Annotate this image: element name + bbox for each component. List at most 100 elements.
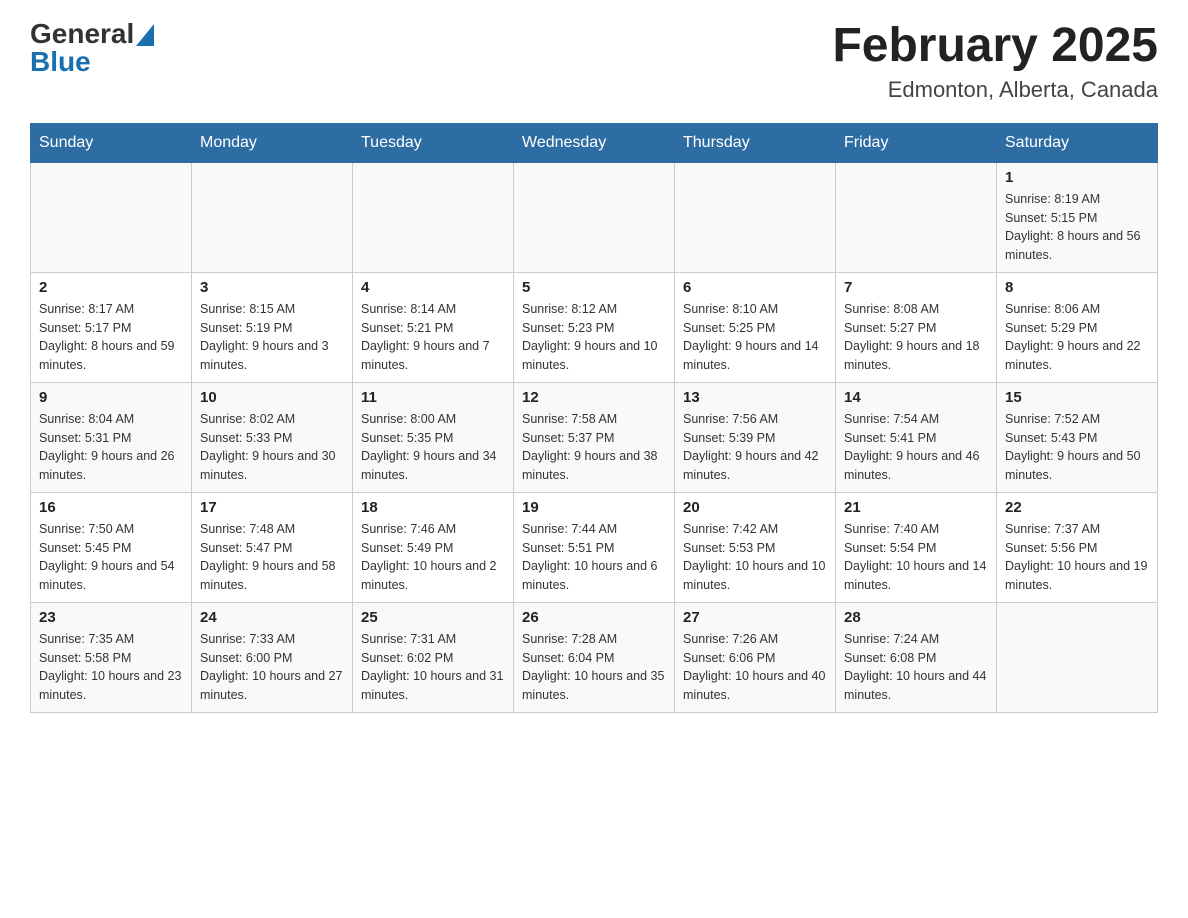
day-number: 5 bbox=[522, 279, 666, 296]
calendar-cell: 26 Sunrise: 7:28 AM Sunset: 6:04 PM Dayli… bbox=[514, 602, 675, 712]
day-header-saturday: Saturday bbox=[997, 123, 1158, 162]
day-info: Sunrise: 7:37 AM Sunset: 5:56 PM Dayligh… bbox=[1005, 520, 1149, 595]
title-block: February 2025 Edmonton, Alberta, Canada bbox=[832, 20, 1158, 103]
calendar-week-row: 2Sunrise: 8:17 AM Sunset: 5:17 PM Daylig… bbox=[31, 272, 1158, 382]
day-info: Sunrise: 7:50 AM Sunset: 5:45 PM Dayligh… bbox=[39, 520, 183, 595]
calendar-cell: 21Sunrise: 7:40 AM Sunset: 5:54 PM Dayli… bbox=[836, 492, 997, 602]
calendar-cell: 15 Sunrise: 7:52 AM Sunset: 5:43 PM Dayli… bbox=[997, 382, 1158, 492]
calendar-cell: 2Sunrise: 8:17 AM Sunset: 5:17 PM Daylig… bbox=[31, 272, 192, 382]
calendar-cell: 19 Sunrise: 7:44 AM Sunset: 5:51 PM Dayli… bbox=[514, 492, 675, 602]
day-info: Sunrise: 7:26 AM Sunset: 6:06 PM Dayligh… bbox=[683, 630, 827, 705]
calendar-cell: 4 Sunrise: 8:14 AM Sunset: 5:21 PM Daylig… bbox=[353, 272, 514, 382]
day-info: Sunrise: 8:17 AM Sunset: 5:17 PM Dayligh… bbox=[39, 300, 183, 375]
day-info: Sunrise: 7:48 AM Sunset: 5:47 PM Dayligh… bbox=[200, 520, 344, 595]
day-number: 23 bbox=[39, 609, 183, 626]
calendar-cell: 5 Sunrise: 8:12 AM Sunset: 5:23 PM Daylig… bbox=[514, 272, 675, 382]
day-info: Sunrise: 8:04 AM Sunset: 5:31 PM Dayligh… bbox=[39, 410, 183, 485]
calendar-cell: 8Sunrise: 8:06 AM Sunset: 5:29 PM Daylig… bbox=[997, 272, 1158, 382]
day-number: 19 bbox=[522, 499, 666, 516]
day-number: 12 bbox=[522, 389, 666, 406]
calendar-cell: 1 Sunrise: 8:19 AM Sunset: 5:15 PM Daylig… bbox=[997, 162, 1158, 272]
calendar-week-row: 9 Sunrise: 8:04 AM Sunset: 5:31 PM Daylig… bbox=[31, 382, 1158, 492]
day-number: 16 bbox=[39, 499, 183, 516]
logo-blue-text: Blue bbox=[30, 46, 91, 77]
day-number: 14 bbox=[844, 389, 988, 406]
calendar-cell bbox=[675, 162, 836, 272]
calendar-cell bbox=[31, 162, 192, 272]
day-header-monday: Monday bbox=[192, 123, 353, 162]
day-number: 8 bbox=[1005, 279, 1149, 296]
calendar-cell: 22 Sunrise: 7:37 AM Sunset: 5:56 PM Dayli… bbox=[997, 492, 1158, 602]
calendar-cell: 6 Sunrise: 8:10 AM Sunset: 5:25 PM Daylig… bbox=[675, 272, 836, 382]
day-info: Sunrise: 8:08 AM Sunset: 5:27 PM Dayligh… bbox=[844, 300, 988, 375]
calendar-cell: 13 Sunrise: 7:56 AM Sunset: 5:39 PM Dayli… bbox=[675, 382, 836, 492]
day-number: 7 bbox=[844, 279, 988, 296]
calendar-cell: 10 Sunrise: 8:02 AM Sunset: 5:33 PM Dayli… bbox=[192, 382, 353, 492]
calendar-cell bbox=[997, 602, 1158, 712]
day-number: 18 bbox=[361, 499, 505, 516]
day-info: Sunrise: 8:14 AM Sunset: 5:21 PM Dayligh… bbox=[361, 300, 505, 375]
calendar-week-row: 23Sunrise: 7:35 AM Sunset: 5:58 PM Dayli… bbox=[31, 602, 1158, 712]
logo-general-text: General bbox=[30, 18, 134, 49]
day-info: Sunrise: 7:44 AM Sunset: 5:51 PM Dayligh… bbox=[522, 520, 666, 595]
day-info: Sunrise: 8:12 AM Sunset: 5:23 PM Dayligh… bbox=[522, 300, 666, 375]
day-info: Sunrise: 8:00 AM Sunset: 5:35 PM Dayligh… bbox=[361, 410, 505, 485]
calendar-cell: 7 Sunrise: 8:08 AM Sunset: 5:27 PM Daylig… bbox=[836, 272, 997, 382]
day-number: 17 bbox=[200, 499, 344, 516]
day-number: 25 bbox=[361, 609, 505, 626]
day-number: 15 bbox=[1005, 389, 1149, 406]
calendar-cell bbox=[353, 162, 514, 272]
day-header-friday: Friday bbox=[836, 123, 997, 162]
day-number: 6 bbox=[683, 279, 827, 296]
calendar-cell: 14 Sunrise: 7:54 AM Sunset: 5:41 PM Dayli… bbox=[836, 382, 997, 492]
day-info: Sunrise: 7:24 AM Sunset: 6:08 PM Dayligh… bbox=[844, 630, 988, 705]
day-info: Sunrise: 7:56 AM Sunset: 5:39 PM Dayligh… bbox=[683, 410, 827, 485]
day-number: 1 bbox=[1005, 169, 1149, 186]
calendar-cell bbox=[836, 162, 997, 272]
calendar-week-row: 16 Sunrise: 7:50 AM Sunset: 5:45 PM Dayli… bbox=[31, 492, 1158, 602]
day-info: Sunrise: 7:28 AM Sunset: 6:04 PM Dayligh… bbox=[522, 630, 666, 705]
day-number: 3 bbox=[200, 279, 344, 296]
day-info: Sunrise: 7:52 AM Sunset: 5:43 PM Dayligh… bbox=[1005, 410, 1149, 485]
day-number: 4 bbox=[361, 279, 505, 296]
day-info: Sunrise: 7:33 AM Sunset: 6:00 PM Dayligh… bbox=[200, 630, 344, 705]
day-header-sunday: Sunday bbox=[31, 123, 192, 162]
calendar-week-row: 1 Sunrise: 8:19 AM Sunset: 5:15 PM Daylig… bbox=[31, 162, 1158, 272]
day-header-wednesday: Wednesday bbox=[514, 123, 675, 162]
day-number: 26 bbox=[522, 609, 666, 626]
calendar-cell bbox=[514, 162, 675, 272]
day-info: Sunrise: 7:54 AM Sunset: 5:41 PM Dayligh… bbox=[844, 410, 988, 485]
day-number: 20 bbox=[683, 499, 827, 516]
day-number: 10 bbox=[200, 389, 344, 406]
day-number: 13 bbox=[683, 389, 827, 406]
day-info: Sunrise: 8:10 AM Sunset: 5:25 PM Dayligh… bbox=[683, 300, 827, 375]
day-header-tuesday: Tuesday bbox=[353, 123, 514, 162]
day-info: Sunrise: 7:31 AM Sunset: 6:02 PM Dayligh… bbox=[361, 630, 505, 705]
calendar-cell: 24 Sunrise: 7:33 AM Sunset: 6:00 PM Dayli… bbox=[192, 602, 353, 712]
day-info: Sunrise: 7:46 AM Sunset: 5:49 PM Dayligh… bbox=[361, 520, 505, 595]
calendar-cell: 11 Sunrise: 8:00 AM Sunset: 5:35 PM Dayli… bbox=[353, 382, 514, 492]
day-info: Sunrise: 8:02 AM Sunset: 5:33 PM Dayligh… bbox=[200, 410, 344, 485]
day-header-thursday: Thursday bbox=[675, 123, 836, 162]
day-info: Sunrise: 8:19 AM Sunset: 5:15 PM Dayligh… bbox=[1005, 190, 1149, 265]
day-number: 9 bbox=[39, 389, 183, 406]
calendar-cell: 3Sunrise: 8:15 AM Sunset: 5:19 PM Daylig… bbox=[192, 272, 353, 382]
calendar-cell: 18 Sunrise: 7:46 AM Sunset: 5:49 PM Dayli… bbox=[353, 492, 514, 602]
calendar-cell: 28 Sunrise: 7:24 AM Sunset: 6:08 PM Dayli… bbox=[836, 602, 997, 712]
calendar-cell: 23Sunrise: 7:35 AM Sunset: 5:58 PM Dayli… bbox=[31, 602, 192, 712]
page-title: February 2025 bbox=[832, 20, 1158, 73]
calendar-cell: 20 Sunrise: 7:42 AM Sunset: 5:53 PM Dayli… bbox=[675, 492, 836, 602]
day-number: 24 bbox=[200, 609, 344, 626]
day-info: Sunrise: 7:40 AM Sunset: 5:54 PM Dayligh… bbox=[844, 520, 988, 595]
calendar-cell: 17 Sunrise: 7:48 AM Sunset: 5:47 PM Dayli… bbox=[192, 492, 353, 602]
day-number: 28 bbox=[844, 609, 988, 626]
page-header: General Blue February 2025 Edmonton, Alb… bbox=[30, 20, 1158, 103]
calendar-cell: 27Sunrise: 7:26 AM Sunset: 6:06 PM Dayli… bbox=[675, 602, 836, 712]
day-number: 22 bbox=[1005, 499, 1149, 516]
day-info: Sunrise: 7:58 AM Sunset: 5:37 PM Dayligh… bbox=[522, 410, 666, 485]
logo: General Blue bbox=[30, 20, 154, 76]
day-info: Sunrise: 7:42 AM Sunset: 5:53 PM Dayligh… bbox=[683, 520, 827, 595]
calendar-table: SundayMondayTuesdayWednesdayThursdayFrid… bbox=[30, 123, 1158, 713]
day-number: 11 bbox=[361, 389, 505, 406]
calendar-cell: 9 Sunrise: 8:04 AM Sunset: 5:31 PM Daylig… bbox=[31, 382, 192, 492]
